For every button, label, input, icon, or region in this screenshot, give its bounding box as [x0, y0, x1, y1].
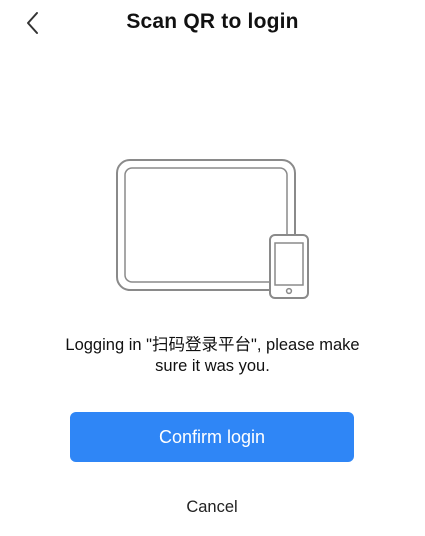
header: Scan QR to login: [0, 0, 425, 48]
cancel-button[interactable]: Cancel: [150, 498, 274, 522]
login-message: Logging in "扫码登录平台", please make sure it…: [40, 335, 385, 377]
phone-icon: [269, 234, 309, 299]
login-message-line2: sure it was you.: [155, 357, 270, 375]
login-message-line1: Logging in "扫码登录平台", please make: [65, 336, 360, 354]
page-title: Scan QR to login: [126, 10, 299, 33]
device-illustration: [112, 155, 312, 303]
confirm-login-button[interactable]: Confirm login: [70, 412, 354, 462]
tablet-icon: [116, 159, 296, 291]
